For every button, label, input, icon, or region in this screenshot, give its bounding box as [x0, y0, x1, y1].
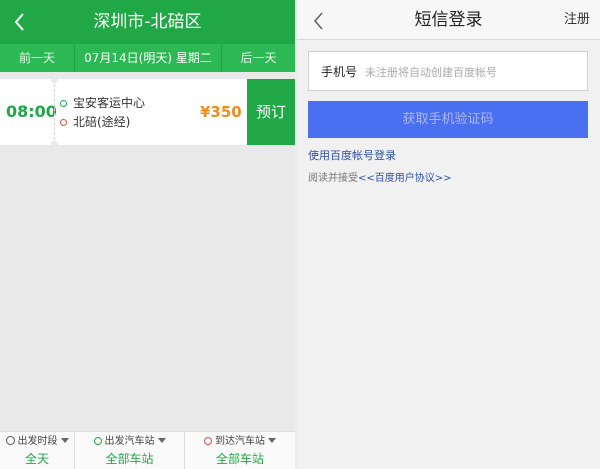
bus-ticket-screen: 深圳市-北碚区 前一天 07月14日(明天) 星期二 后一天 08:00 宝安客… — [0, 0, 295, 469]
caret-down-icon — [157, 438, 166, 443]
prev-day-button[interactable]: 前一天 — [0, 44, 74, 72]
get-code-button[interactable]: 获取手机验证码 — [308, 101, 588, 138]
date-bar: 前一天 07月14日(明天) 星期二 后一天 — [0, 44, 295, 72]
filter-origin-station[interactable]: 出发汽车站 全部车站 — [74, 432, 184, 469]
ticket-divider — [54, 79, 55, 145]
origin-dot-icon — [60, 100, 67, 107]
filter-value: 全部车站 — [105, 452, 154, 466]
date-selector[interactable]: 07月14日(明天) 星期二 — [74, 44, 222, 72]
filter-label: 出发时段 — [17, 436, 58, 447]
trip-row[interactable]: 08:00 宝安客运中心 北碚(途经) ¥350 预订 — [0, 76, 295, 148]
route-title: 深圳市-北碚区 — [93, 12, 202, 32]
book-button[interactable]: 预订 — [247, 79, 295, 145]
ticket-notch-bottom — [51, 141, 58, 148]
baidu-account-login-link[interactable]: 使用百度帐号登录 — [308, 147, 396, 163]
user-agreement-link[interactable]: <<百度用户协议>> — [358, 173, 452, 184]
origin-station-name: 宝安客运中心 — [73, 96, 146, 110]
ticket-notch-top — [51, 76, 58, 83]
filter-value: 全部车站 — [215, 452, 264, 466]
origin-station: 宝安客运中心 — [60, 94, 145, 112]
register-link[interactable]: 注册 — [564, 0, 590, 40]
caret-down-icon — [60, 438, 69, 443]
destination-station-name: 北碚(途经) — [73, 115, 131, 129]
next-day-button[interactable]: 后一天 — [222, 44, 295, 72]
origin-dot-icon — [93, 437, 102, 445]
filter-label: 出发汽车站 — [104, 436, 155, 447]
sms-login-screen: 短信登录 注册 手机号 获取手机验证码 使用百度帐号登录 阅读并接受<<百度用户… — [297, 0, 600, 469]
clock-icon — [5, 436, 15, 445]
filter-bar: 出发时段 全天 出发汽车站 全部车站 到达汽车站 全部车站 — [0, 431, 295, 469]
top-bar: 短信登录 注册 — [297, 0, 600, 40]
page-title: 短信登录 — [414, 10, 483, 30]
phone-label: 手机号 — [321, 65, 358, 79]
filter-value: 全天 — [24, 452, 49, 466]
destination-station: 北碚(途经) — [60, 113, 130, 131]
phone-input[interactable] — [365, 58, 581, 86]
filter-destination-station[interactable]: 到达汽车站 全部车站 — [184, 432, 295, 469]
phone-field[interactable]: 手机号 — [308, 51, 588, 91]
destination-dot-icon — [60, 119, 67, 126]
ticket-price: ¥350 — [200, 103, 242, 121]
caret-down-icon — [268, 438, 276, 443]
destination-dot-icon — [204, 437, 212, 445]
agreement-prefix: 阅读并接受 — [308, 173, 358, 184]
filter-label: 到达汽车站 — [215, 436, 265, 447]
departure-time: 08:00 — [6, 102, 57, 121]
agreement-text: 阅读并接受<<百度用户协议>> — [308, 169, 452, 184]
top-bar: 深圳市-北碚区 — [0, 0, 295, 44]
filter-departure-time[interactable]: 出发时段 全天 — [0, 432, 74, 469]
